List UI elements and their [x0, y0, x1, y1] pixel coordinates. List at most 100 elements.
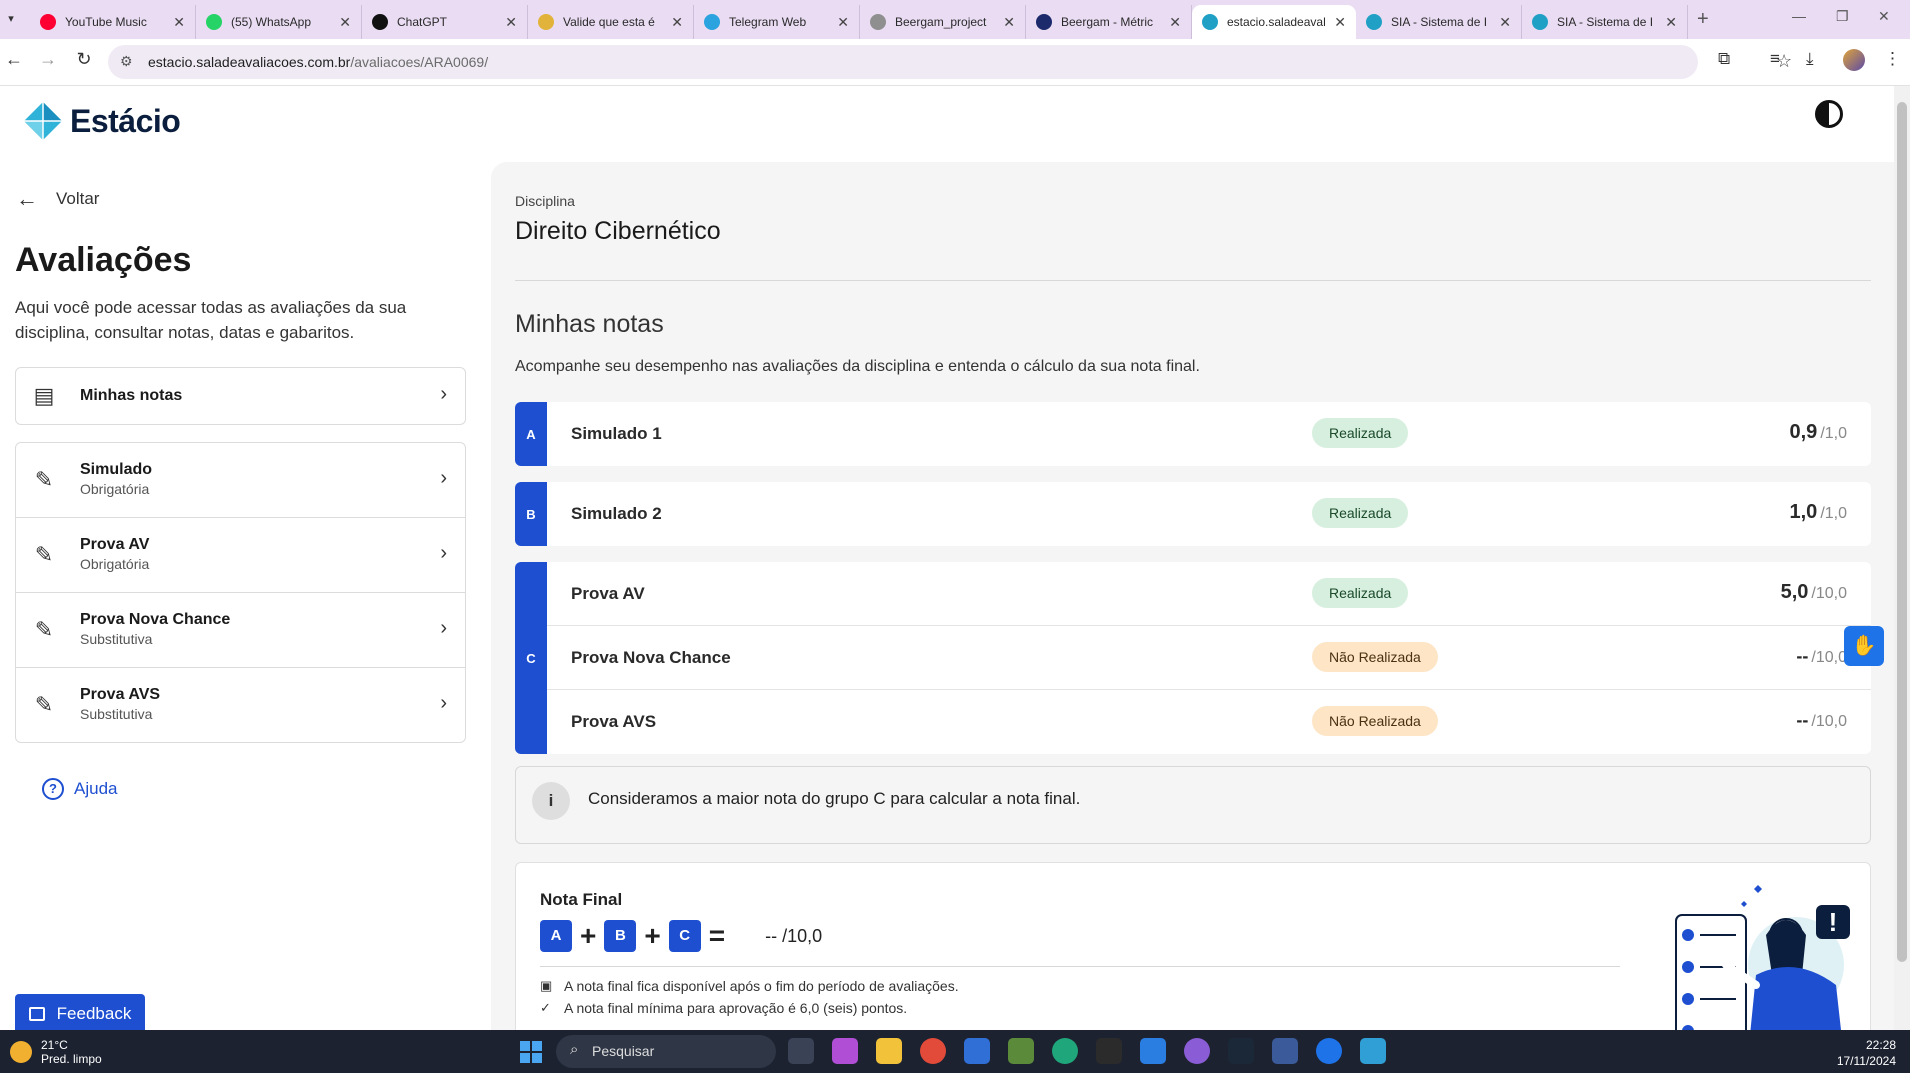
url-host: estacio.saladeavaliacoes.com.br [148, 54, 351, 70]
evaluation-type: Substitutiva [80, 631, 153, 647]
browser-tab[interactable]: SIA - Sistema de I ✕ [1356, 5, 1522, 39]
tab-title: ChatGPT [397, 15, 448, 29]
evaluation-type: Substitutiva [80, 706, 153, 722]
group-letter-badge: B [515, 482, 547, 546]
windows-start-icon[interactable] [520, 1041, 542, 1063]
restore-button[interactable]: ❐ [1836, 8, 1849, 25]
file-explorer-icon[interactable] [876, 1038, 902, 1064]
tab-favicon-icon [870, 14, 886, 30]
tab-title: Telegram Web [729, 15, 807, 29]
weather-widget[interactable]: 21°C Pred. limpo [10, 1038, 102, 1066]
status-badge: Realizada [1312, 418, 1409, 448]
downloads-icon[interactable]: ⤓ [1806, 49, 1814, 69]
close-window-button[interactable]: ✕ [1878, 8, 1890, 25]
notepad-icon[interactable] [1360, 1038, 1386, 1064]
evaluation-item[interactable]: ✎ Simulado Obrigatória › [16, 443, 465, 518]
weather-temp: 21°C [41, 1038, 68, 1052]
svg-text:!: ! [1829, 907, 1838, 937]
tab-close-icon[interactable]: ✕ [671, 14, 683, 31]
steam-icon[interactable] [1228, 1038, 1254, 1064]
tab-close-icon[interactable]: ✕ [1665, 14, 1677, 31]
evaluation-item[interactable]: ✎ Prova AVS Substitutiva › [16, 668, 465, 743]
tab-close-icon[interactable]: ✕ [1003, 14, 1015, 31]
minecraft-icon[interactable] [1008, 1038, 1034, 1064]
page-title: Avaliações [15, 241, 192, 279]
browser-tab-bar: ▾ YouTube Music ✕ (55) WhatsApp ✕ ChatGPT ✕ Va… [0, 0, 1910, 39]
notes-card[interactable]: ▤ Minhas notas › [15, 367, 466, 425]
browser-tab[interactable]: Beergam - Métric ✕ [1026, 5, 1192, 39]
tab-favicon-icon [206, 14, 222, 30]
chevron-right-icon: › [440, 383, 447, 405]
tab-close-icon[interactable]: ✕ [339, 14, 351, 31]
tab-close-icon[interactable]: ✕ [1334, 14, 1346, 31]
media-control-icon[interactable]: ≡ [1770, 49, 1780, 69]
final-note-2: A nota final mínima para aprovação é 6,0… [564, 1000, 908, 1016]
browser-tab[interactable]: Valide que esta é ✕ [528, 5, 694, 39]
edge-icon[interactable] [1052, 1038, 1078, 1064]
browser-tab[interactable]: YouTube Music ✕ [30, 5, 196, 39]
chrome-icon[interactable] [920, 1038, 946, 1064]
grade-row: Simulado 2 Realizada 1,0/1,0 [547, 482, 1871, 546]
tab-close-icon[interactable]: ✕ [505, 14, 517, 31]
profile-avatar[interactable] [1843, 49, 1865, 71]
browser-tab[interactable]: Beergam_project ✕ [860, 5, 1026, 39]
extensions-icon[interactable]: ⧉ [1718, 49, 1730, 69]
check-circle-icon: ✓ [540, 1000, 551, 1015]
grade-group: B Simulado 2 Realizada 1,0/1,0 [515, 482, 1871, 546]
arrow-left-icon: ← [16, 186, 38, 211]
reload-icon[interactable]: ↻ [72, 49, 96, 70]
vscode-icon[interactable] [1140, 1038, 1166, 1064]
browser-tab[interactable]: (55) WhatsApp ✕ [196, 5, 362, 39]
formula-group-a: A [540, 920, 572, 952]
page-scrollbar[interactable] [1894, 86, 1910, 1030]
browser-tab[interactable]: estacio.saladeaval ✕ [1192, 5, 1356, 39]
db-tool-icon[interactable] [1272, 1038, 1298, 1064]
divider [540, 966, 1620, 967]
final-note-calendar: ▣ A nota final fica disponível após o fi… [540, 978, 959, 994]
tab-favicon-icon [538, 14, 554, 30]
score-value: -- [1796, 710, 1809, 730]
store-icon[interactable] [964, 1038, 990, 1064]
grade-score: 5,0/10,0 [1781, 581, 1847, 604]
tab-close-icon[interactable]: ✕ [1169, 14, 1181, 31]
forward-nav-icon[interactable]: → [36, 49, 60, 70]
evaluation-type: Obrigatória [80, 481, 150, 497]
tab-close-icon[interactable]: ✕ [173, 14, 185, 31]
back-nav-icon[interactable]: ← [2, 49, 26, 70]
url-field[interactable]: ⚙ estacio.saladeavaliacoes.com.br/avalia… [108, 45, 1792, 79]
app-icon[interactable] [1316, 1038, 1342, 1064]
grade-item-name: Prova AVS [571, 712, 657, 731]
system-clock[interactable]: 22:28 17/11/2024 [1820, 1037, 1896, 1069]
tab-close-icon[interactable]: ✕ [1499, 14, 1511, 31]
help-link[interactable]: ? Ajuda [42, 778, 117, 800]
evaluation-item[interactable]: ✎ Prova Nova Chance Substitutiva › [16, 593, 465, 668]
theme-toggle-icon[interactable] [1815, 100, 1843, 128]
back-link[interactable]: ← Voltar [16, 186, 99, 212]
notes-title: Minhas notas [515, 310, 664, 338]
evaluation-title: Prova AV [80, 536, 150, 553]
evaluation-item[interactable]: ✎ Prova AV Obrigatória › [16, 518, 465, 593]
browser-tab[interactable]: SIA - Sistema de I ✕ [1522, 5, 1688, 39]
new-tab-button[interactable]: + [1697, 8, 1709, 31]
tab-favicon-icon [1366, 14, 1382, 30]
browser-menu-icon[interactable]: ⋮ [1884, 49, 1901, 69]
scroll-thumb[interactable] [1897, 102, 1907, 962]
minimize-button[interactable]: — [1792, 8, 1806, 24]
task-view-icon[interactable] [788, 1038, 814, 1064]
tab-close-icon[interactable]: ✕ [837, 14, 849, 31]
evaluation-title: Prova Nova Chance [80, 611, 231, 628]
site-info-icon[interactable]: ⚙ [120, 53, 133, 70]
browser-tab[interactable]: ChatGPT ✕ [362, 5, 528, 39]
estacio-logo[interactable]: Estácio [22, 100, 181, 142]
help-label: Ajuda [74, 779, 118, 798]
accessibility-hand-icon[interactable]: ✋ [1844, 626, 1884, 666]
feedback-button[interactable]: Feedback [15, 994, 145, 1030]
windows-taskbar: 21°C Pred. limpo ⌕ Pesquisar 22:28 17/11/2… [0, 1030, 1910, 1073]
copilot-icon[interactable] [832, 1038, 858, 1064]
github-desktop-icon[interactable] [1184, 1038, 1210, 1064]
score-value: 0,9 [1789, 421, 1818, 443]
taskbar-search[interactable]: ⌕ Pesquisar [556, 1035, 776, 1068]
terminal-icon[interactable] [1096, 1038, 1122, 1064]
browser-tab[interactable]: Telegram Web ✕ [694, 5, 860, 39]
tab-search-chevron-icon[interactable]: ▾ [0, 8, 22, 30]
